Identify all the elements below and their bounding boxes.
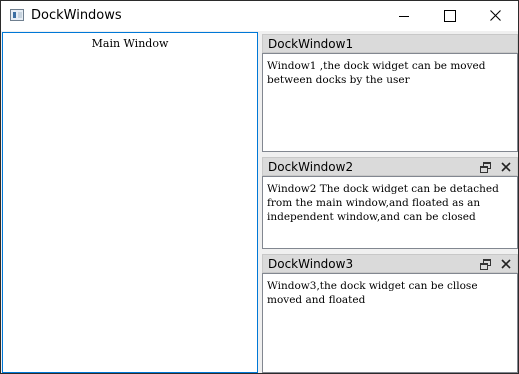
dock-window-3: DockWindow3 Window3,the dock widget can … (262, 254, 518, 373)
dock-window-3-titlebar[interactable]: DockWindow3 (262, 254, 518, 273)
dock-window-2-titlebar[interactable]: DockWindow2 (262, 157, 518, 176)
dock-window-1: DockWindow1 Window1 ,the dock widget can… (262, 34, 518, 152)
dock-window-3-text: Window3,the dock widget can be cllose mo… (267, 280, 478, 306)
dock-window-3-title: DockWindow3 (268, 257, 354, 271)
dock-window-1-title: DockWindow1 (268, 37, 354, 51)
window-app-icon (10, 9, 24, 21)
close-icon (490, 10, 501, 21)
app-window: DockWindows Main Window DockWindow1 Wind… (0, 0, 519, 374)
dock-window-3-body[interactable]: Window3,the dock widget can be cllose mo… (262, 273, 518, 373)
close-button[interactable] (473, 1, 519, 31)
dock-window-2-title: DockWindow2 (268, 160, 354, 174)
dock-window-1-body[interactable]: Window1 ,the dock widget can be moved be… (262, 53, 518, 152)
minimize-button[interactable] (381, 1, 427, 31)
dock-window-1-text: Window1 ,the dock widget can be moved be… (267, 60, 486, 86)
float-icon[interactable] (480, 162, 491, 173)
main-window-label: Main Window (91, 37, 169, 50)
close-icon[interactable] (501, 162, 511, 172)
window-title: DockWindows (31, 8, 122, 23)
dock-window-2: DockWindow2 Window2 The dock widget can … (262, 157, 518, 249)
maximize-button[interactable] (427, 1, 473, 31)
main-window-area[interactable]: Main Window (2, 32, 258, 373)
float-icon[interactable] (480, 259, 491, 270)
dock-window-1-titlebar[interactable]: DockWindow1 (262, 34, 518, 53)
close-icon[interactable] (501, 259, 511, 269)
title-bar[interactable]: DockWindows (1, 1, 518, 31)
dock-window-2-body[interactable]: Window2 The dock widget can be detached … (262, 176, 518, 249)
dock-window-2-text: Window2 The dock widget can be detached … (267, 183, 499, 223)
